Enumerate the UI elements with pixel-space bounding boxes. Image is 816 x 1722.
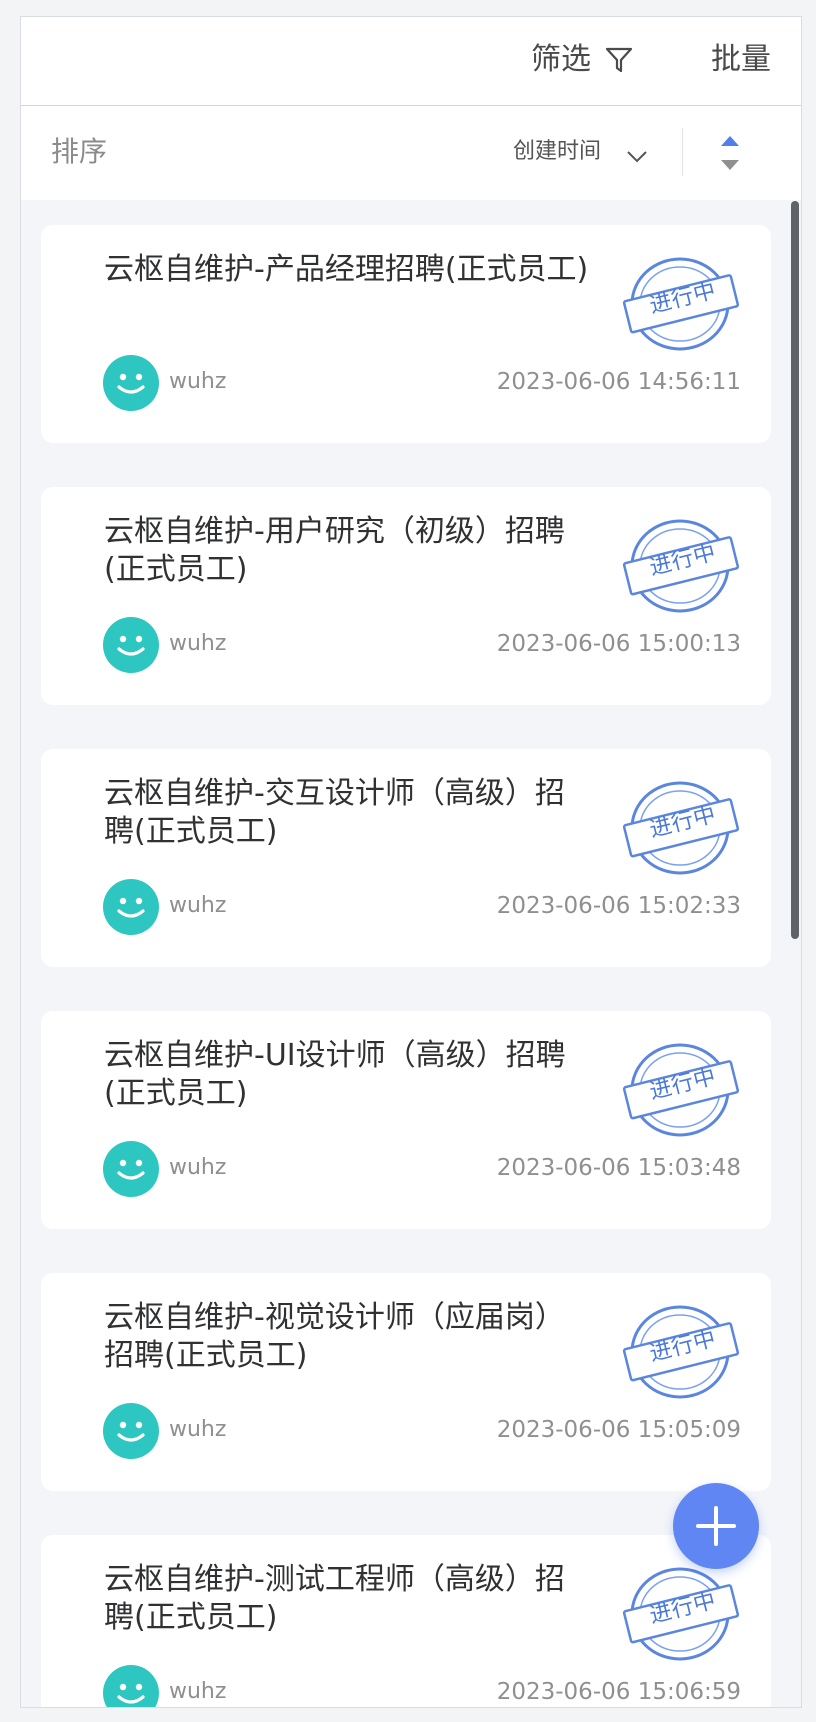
avatar	[103, 1141, 159, 1197]
avatar	[103, 879, 159, 935]
sort-bar: 排序 创建时间	[21, 106, 801, 200]
status-stamp: 进行中	[608, 1041, 752, 1139]
creator-name: wuhz	[169, 1679, 227, 1704]
card-title: 云枢自维护-测试工程师（高级）招聘(正式员工)	[104, 1562, 565, 1635]
card-title: 云枢自维护-交互设计师（高级）招聘(正式员工)	[104, 776, 565, 849]
sort-toggle-icon[interactable]	[717, 133, 743, 173]
status-stamp: 进行中	[608, 1303, 752, 1401]
creator-name: wuhz	[169, 1417, 227, 1442]
app-frame: 筛选 批量 排序 创建时间 云枢自维护-产品经理招聘(正式员工) 进行中 wuh…	[20, 16, 802, 1708]
recruitment-card[interactable]: 云枢自维护-视觉设计师（应届岗）招聘(正式员工) 进行中 wuhz 2023-0…	[41, 1273, 771, 1491]
created-time: 2023-06-06 14:56:11	[496, 369, 741, 395]
card-title: 云枢自维护-产品经理招聘(正式员工)	[104, 252, 589, 287]
recruitment-card[interactable]: 云枢自维护-产品经理招聘(正式员工) 进行中 wuhz 2023-06-06 1…	[41, 225, 771, 443]
card-title: 云枢自维护-用户研究（初级）招聘(正式员工)	[104, 514, 565, 587]
filter-icon	[603, 44, 635, 76]
sort-label: 排序	[51, 135, 108, 168]
avatar	[103, 355, 159, 411]
filter-label: 筛选	[531, 42, 591, 77]
recruitment-card[interactable]: 云枢自维护-用户研究（初级）招聘(正式员工) 进行中 wuhz 2023-06-…	[41, 487, 771, 705]
chevron-down-icon	[625, 143, 649, 163]
plus-icon	[696, 1506, 736, 1546]
vertical-scrollbar[interactable]	[791, 201, 799, 939]
status-stamp: 进行中	[608, 1565, 752, 1663]
created-time: 2023-06-06 15:05:09	[496, 1417, 741, 1443]
created-time: 2023-06-06 15:03:48	[496, 1155, 741, 1181]
sort-divider	[682, 128, 683, 176]
top-toolbar: 筛选 批量	[21, 17, 801, 106]
creator-name: wuhz	[169, 631, 227, 656]
creator-name: wuhz	[169, 1155, 227, 1180]
creator-name: wuhz	[169, 369, 227, 394]
smile-avatar-icon	[117, 373, 145, 394]
avatar	[103, 1665, 159, 1707]
status-stamp: 进行中	[608, 779, 752, 877]
avatar	[103, 617, 159, 673]
add-button[interactable]	[673, 1483, 759, 1569]
recruitment-card[interactable]: 云枢自维护-UI设计师（高级）招聘(正式员工) 进行中 wuhz 2023-06…	[41, 1011, 771, 1229]
recruitment-card[interactable]: 云枢自维护-测试工程师（高级）招聘(正式员工) 进行中 wuhz 2023-06…	[41, 1535, 771, 1707]
smile-avatar-icon	[117, 897, 145, 918]
status-stamp: 进行中	[608, 255, 752, 353]
creator-name: wuhz	[169, 893, 227, 918]
created-time: 2023-06-06 15:06:59	[496, 1679, 741, 1705]
sort-field-selector[interactable]: 创建时间	[513, 135, 649, 169]
created-time: 2023-06-06 15:00:13	[496, 631, 741, 657]
status-stamp: 进行中	[608, 517, 752, 615]
smile-avatar-icon	[117, 1159, 145, 1180]
recruitment-card[interactable]: 云枢自维护-交互设计师（高级）招聘(正式员工) 进行中 wuhz 2023-06…	[41, 749, 771, 967]
card-title: 云枢自维护-视觉设计师（应届岗）招聘(正式员工)	[104, 1300, 565, 1373]
smile-avatar-icon	[117, 635, 145, 656]
avatar	[103, 1403, 159, 1459]
card-title: 云枢自维护-UI设计师（高级）招聘(正式员工)	[104, 1038, 566, 1111]
smile-avatar-icon	[117, 1421, 145, 1442]
filter-button[interactable]: 筛选	[531, 41, 635, 79]
sort-field-label: 创建时间	[512, 139, 601, 164]
smile-avatar-icon	[117, 1683, 145, 1704]
recruitment-list: 云枢自维护-产品经理招聘(正式员工) 进行中 wuhz 2023-06-06 1…	[41, 225, 771, 1707]
batch-button[interactable]: 批量	[711, 41, 771, 79]
created-time: 2023-06-06 15:02:33	[496, 893, 741, 919]
